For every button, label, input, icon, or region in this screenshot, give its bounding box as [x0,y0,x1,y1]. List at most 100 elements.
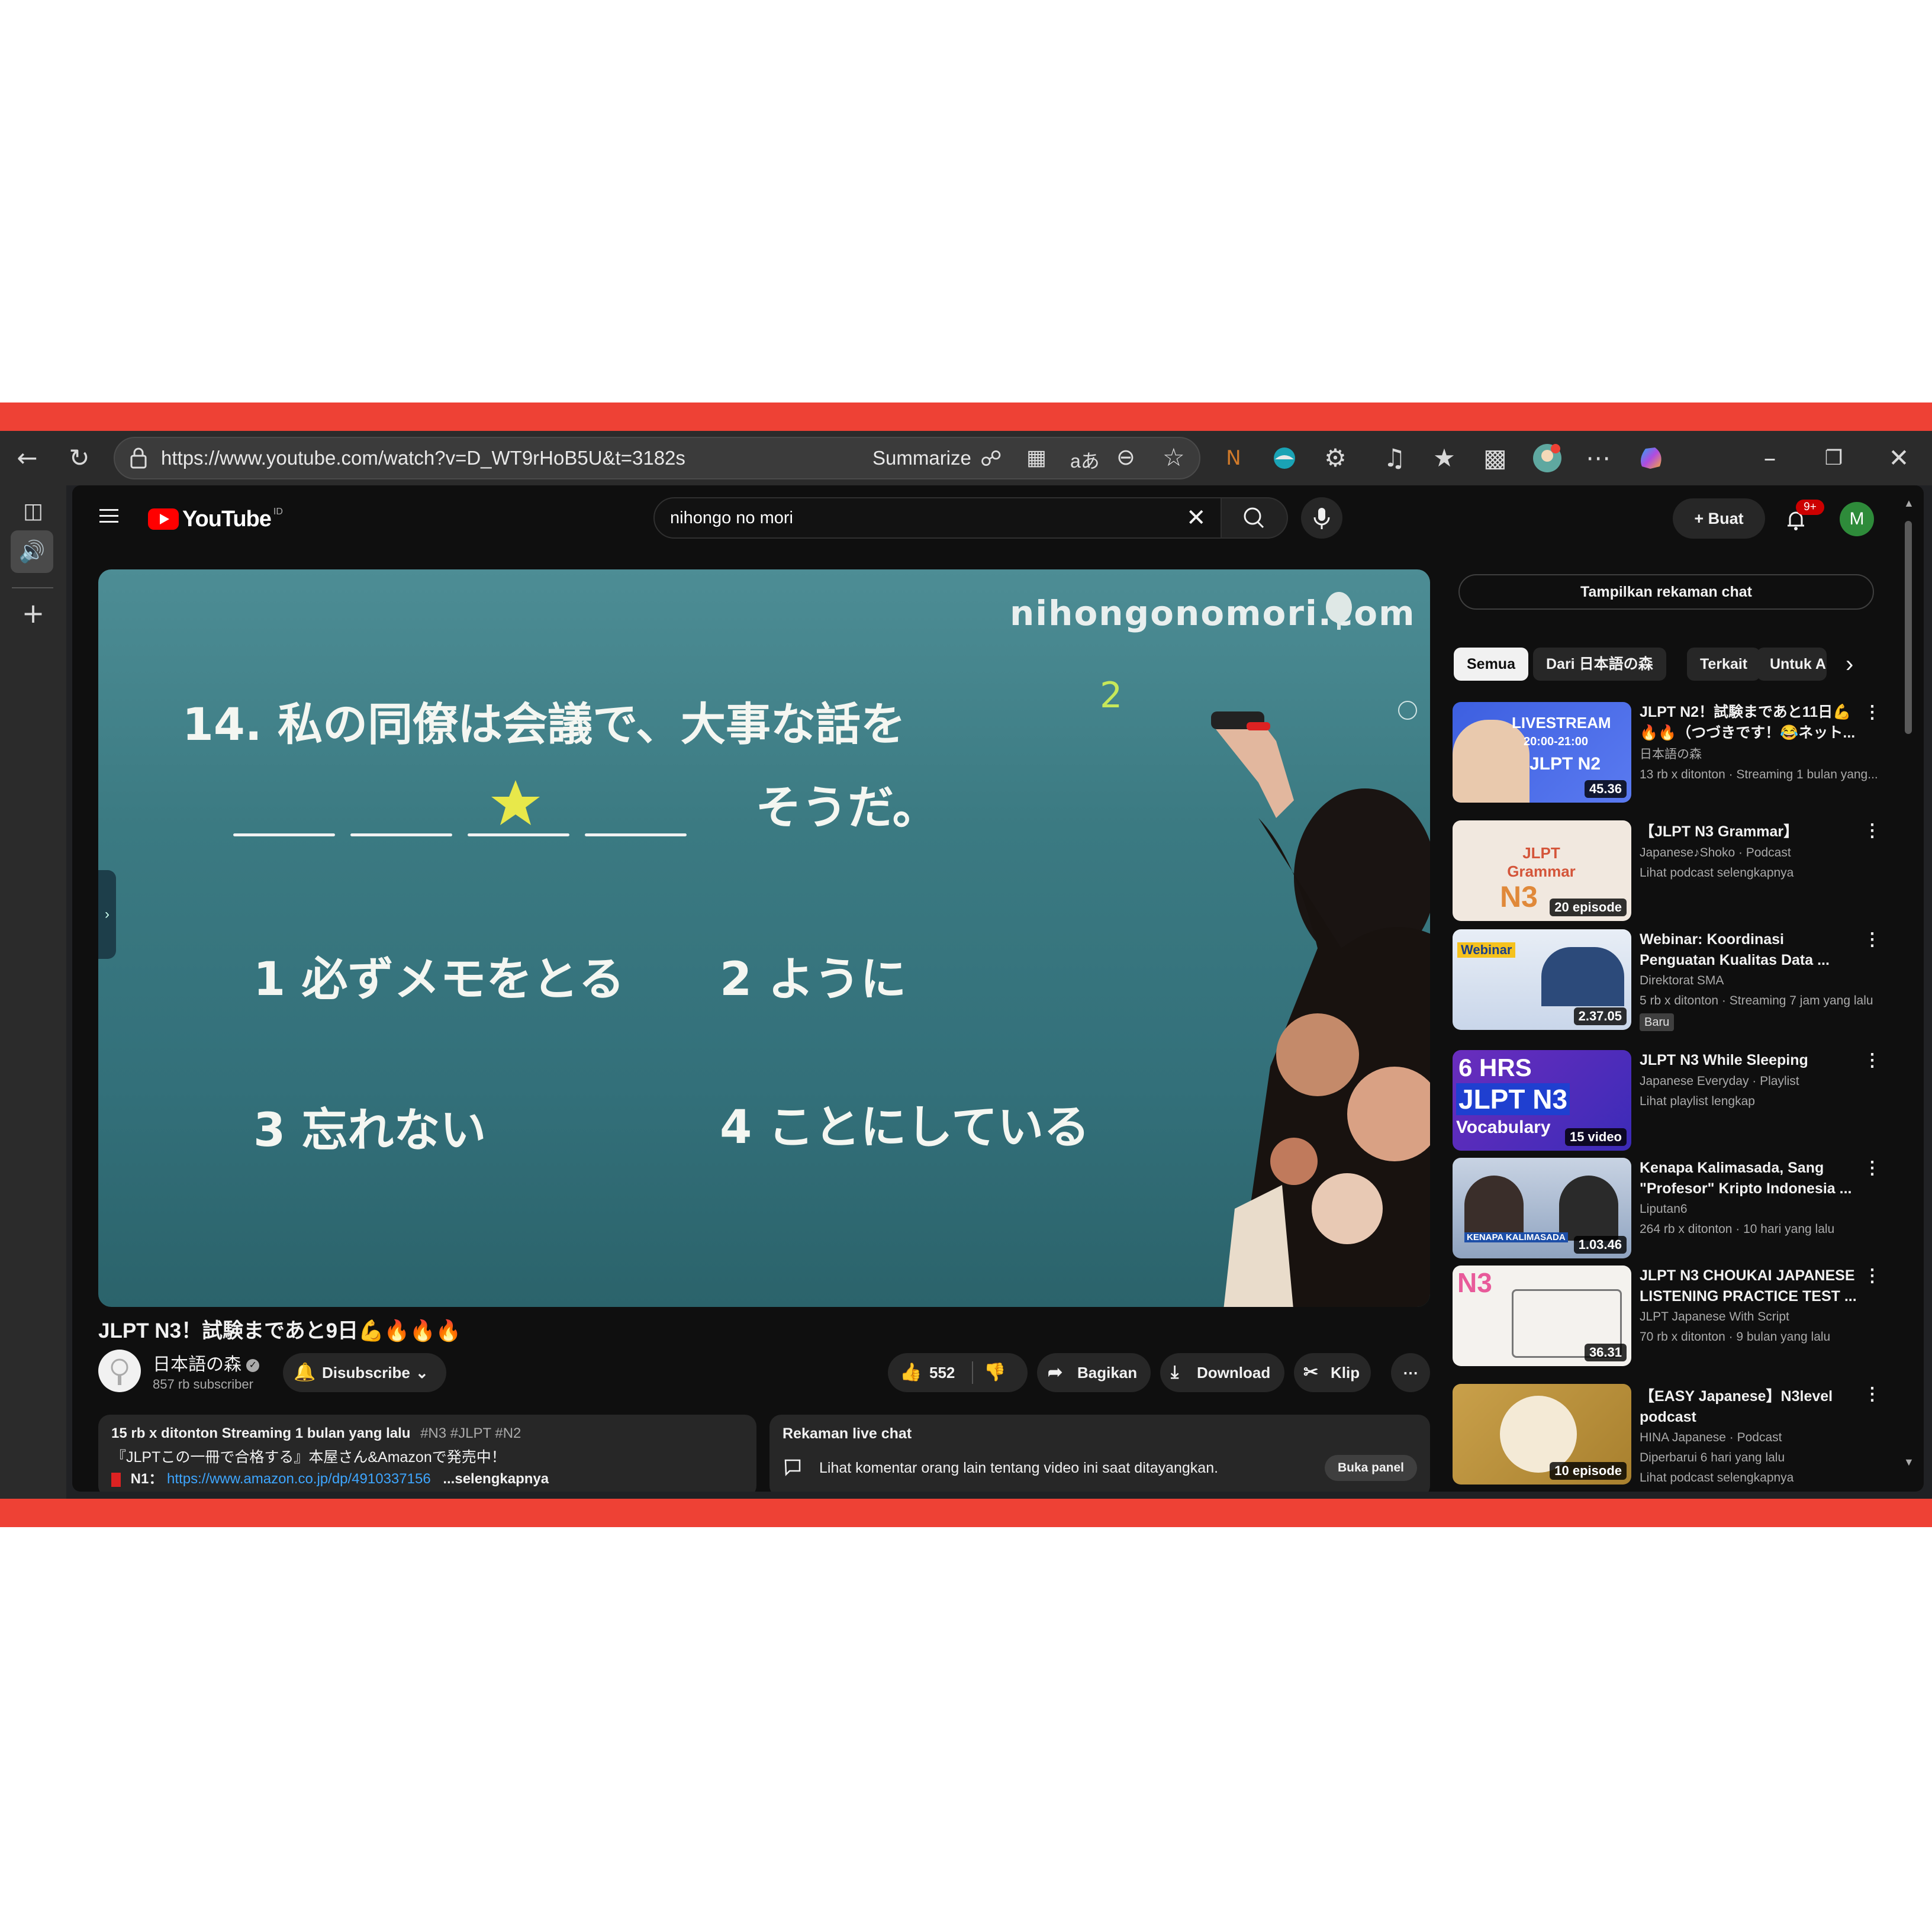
item-menu-icon[interactable]: ⋮ [1863,1384,1881,1405]
channel-name-text[interactable]: 日本語の森 [153,1355,242,1374]
thumbnail[interactable]: LIVESTREAM 20:00-21:00 JLPT N2 45.36 [1453,702,1631,803]
scrollbar-thumb[interactable] [1905,521,1912,734]
thumbnail[interactable]: N3 36.31 [1453,1266,1631,1366]
minimize-icon[interactable]: – [1752,440,1788,476]
more-menu-icon[interactable]: ⋯ [1580,440,1616,476]
item-title[interactable]: JLPT N2！試験まであと11日💪🔥🔥（つづきです！😂ネット... [1640,702,1859,743]
clear-search-icon[interactable]: ✕ [1186,504,1206,532]
side-panel-toggle-icon[interactable]: › [98,870,116,959]
page-scrollbar[interactable]: ▲ ▼ [1904,497,1914,1480]
restore-icon[interactable]: ❐ [1816,440,1852,476]
app-view-icon[interactable]: ▦ [1026,445,1046,470]
item-meta-2[interactable]: Lihat podcast selengkapnya [1640,1468,1793,1488]
item-title[interactable]: Kenapa Kalimasada, Sang "Profesor" Kript… [1640,1158,1859,1199]
like-button[interactable]: 👍 552 [888,1353,970,1392]
summarize-button[interactable]: Summarize [872,438,971,478]
voice-search-icon[interactable] [1301,497,1342,539]
hashtags[interactable]: #N3 #JLPT #N2 [420,1425,521,1441]
item-menu-icon[interactable]: ⋮ [1863,1266,1881,1286]
address-bar[interactable]: https://www.youtube.com/watch?v=D_WT9rHo… [114,437,1200,479]
subscribe-button[interactable]: 🔔 Disubscribe ⌄ [283,1353,446,1392]
item-title[interactable]: 【JLPT N3 Grammar】 [1640,822,1859,842]
dislike-button[interactable]: 👎 [984,1353,1006,1392]
item-channel[interactable]: 日本語の森 [1640,745,1702,765]
recommended-item[interactable]: Webinar 2.37.05 Webinar: Koordinasi Peng… [1453,929,1881,1031]
chip-for-you[interactable]: Untuk A [1757,648,1827,681]
item-menu-icon[interactable]: ⋮ [1863,1050,1881,1071]
summarize-icon[interactable]: ☍ [980,446,1002,471]
hamburger-menu-icon[interactable] [97,504,121,528]
media-control-icon[interactable]: ♫ [1377,440,1412,476]
share-button[interactable]: ➦ Bagikan [1037,1353,1151,1392]
item-menu-icon[interactable]: ⋮ [1863,929,1881,950]
copilot-icon[interactable] [1634,440,1669,476]
video-player[interactable]: nihongonomori.com 14. 私の同僚は会議で、大事な話を 2 そ… [98,569,1430,1307]
url-text[interactable]: https://www.youtube.com/watch?v=D_WT9rHo… [161,438,685,478]
item-menu-icon[interactable]: ⋮ [1863,820,1881,841]
search-value[interactable]: nihongo no mori [670,498,793,537]
thumbnail[interactable]: 6 HRS JLPT N3 Vocabulary 15 video [1453,1050,1631,1151]
lock-icon[interactable] [128,446,149,470]
description-box[interactable]: 15 rb x ditonton Streaming 1 bulan yang … [98,1415,756,1492]
extension-icon-1[interactable]: N [1216,440,1251,476]
create-button[interactable]: + Buat [1673,498,1765,539]
channel-name[interactable]: 日本語の森 ✓ [153,1350,260,1376]
show-chat-replay-button[interactable]: Tampilkan rekaman chat [1458,574,1874,610]
item-channel[interactable]: HINA Japanese · Podcast [1640,1428,1782,1448]
item-channel[interactable]: Direktorat SMA [1640,971,1724,991]
item-title[interactable]: 【EASY Japanese】N3level podcast [1640,1386,1859,1428]
favorites-icon[interactable]: ★ [1427,440,1462,476]
chip-all[interactable]: Semua [1454,648,1528,681]
youtube-logo[interactable]: YouTube ID [148,504,283,534]
item-menu-icon[interactable]: ⋮ [1863,702,1881,723]
download-button[interactable]: ⤓ Download [1160,1353,1284,1392]
recommended-item[interactable]: KENAPA KALIMASADA 1.03.46 Kenapa Kalimas… [1453,1158,1881,1258]
recommended-item[interactable]: 10 episode 【EASY Japanese】N3level podcas… [1453,1384,1881,1488]
zoom-out-icon[interactable]: ⊖ [1116,444,1135,471]
translate-icon[interactable]: aあ [1070,446,1100,474]
item-menu-icon[interactable]: ⋮ [1863,1158,1881,1178]
chip-related[interactable]: Terkait [1687,648,1761,681]
thumbnail[interactable]: JLPT Grammar N3 20 episode [1453,820,1631,921]
item-meta[interactable]: Lihat podcast selengkapnya [1640,863,1793,883]
search-input[interactable]: nihongo no mori ✕ [653,497,1222,539]
thumbnail[interactable]: KENAPA KALIMASADA 1.03.46 [1453,1158,1631,1258]
audio-tab-icon[interactable]: 🔊 [11,530,53,573]
recommended-item[interactable]: LIVESTREAM 20:00-21:00 JLPT N2 45.36 JLP… [1453,702,1881,803]
thumbnail[interactable]: Webinar 2.37.05 [1453,929,1631,1030]
recommended-item[interactable]: N3 36.31 JLPT N3 CHOUKAI JAPANESE LISTEN… [1453,1266,1881,1366]
scroll-down-icon[interactable]: ▼ [1904,1456,1914,1469]
search-button[interactable] [1222,497,1288,539]
account-avatar[interactable]: M [1840,502,1874,536]
show-more-link[interactable]: ...selengkapnya [443,1471,549,1487]
item-channel[interactable]: Liputan6 [1640,1199,1688,1219]
chip-from-channel[interactable]: Dari 日本語の森 [1533,648,1666,681]
amazon-link[interactable]: https://www.amazon.co.jp/dp/4910337156 [167,1471,431,1487]
item-channel[interactable]: Japanese♪Shoko · Podcast [1640,843,1791,863]
back-icon[interactable]: ← [9,440,45,476]
thumbnail[interactable]: 10 episode [1453,1384,1631,1485]
item-channel[interactable]: Japanese Everyday · Playlist [1640,1071,1799,1091]
recommended-item[interactable]: JLPT Grammar N3 20 episode 【JLPT N3 Gram… [1453,820,1881,921]
channel-avatar[interactable] [98,1350,141,1392]
open-panel-button[interactable]: Buka panel [1325,1455,1417,1481]
tab-actions-icon[interactable]: ◫ [15,494,51,529]
scroll-up-icon[interactable]: ▲ [1904,497,1914,510]
close-window-icon[interactable]: ✕ [1881,440,1917,476]
extensions-puzzle-icon[interactable]: ⚙ [1318,440,1353,476]
item-title[interactable]: JLPT N3 While Sleeping [1640,1050,1859,1071]
more-actions-button[interactable]: ⋯ [1391,1353,1430,1392]
refresh-icon[interactable]: ↻ [62,440,97,476]
recommended-item[interactable]: 6 HRS JLPT N3 Vocabulary 15 video JLPT N… [1453,1050,1881,1151]
item-title[interactable]: Webinar: Koordinasi Penguatan Kualitas D… [1640,929,1859,971]
profile-icon[interactable] [1530,440,1565,476]
extension-icon-2[interactable] [1267,440,1302,476]
clip-button[interactable]: ✂ Klip [1294,1353,1371,1392]
new-tab-icon[interactable]: + [15,595,51,631]
item-channel[interactable]: JLPT Japanese With Script [1640,1307,1789,1327]
favorite-star-icon[interactable]: ☆ [1163,443,1185,472]
collections-icon[interactable]: ▩ [1477,440,1513,476]
item-title[interactable]: JLPT N3 CHOUKAI JAPANESE LISTENING PRACT… [1640,1266,1859,1307]
player-info-icon[interactable] [1398,701,1417,720]
chips-next-arrow-icon[interactable]: › [1846,648,1853,681]
